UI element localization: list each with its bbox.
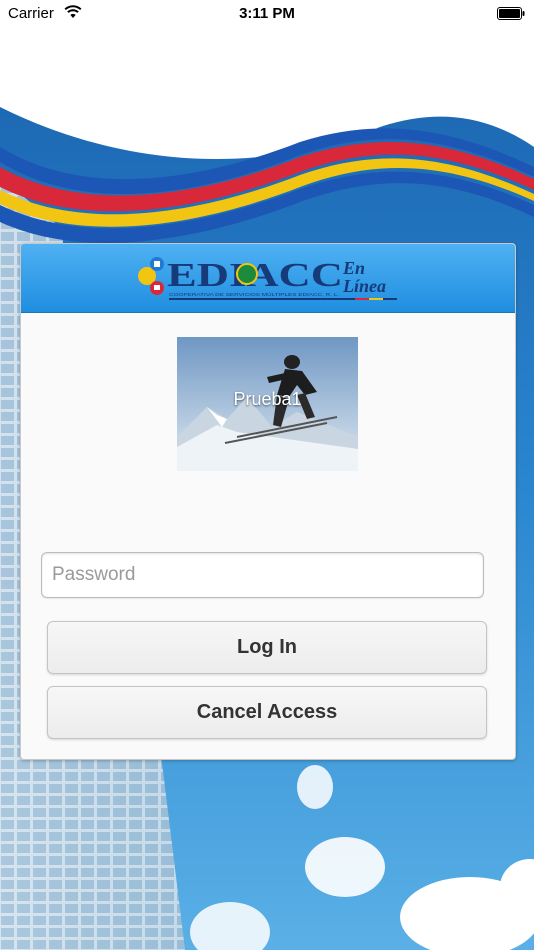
clock: 3:11 PM [239,5,295,22]
battery-icon [497,7,525,20]
login-button[interactable]: Log In [47,621,487,674]
login-card: EDIACC En Línea COOPERATIVA DE SERVICIOS… [20,243,516,760]
ediacc-logo: EDIACC En Línea COOPERATIVA DE SERVICIOS… [138,257,397,300]
password-input[interactable] [41,552,484,598]
cancel-access-button[interactable]: Cancel Access [47,686,487,739]
card-header: EDIACC En Línea COOPERATIVA DE SERVICIOS… [21,244,515,313]
svg-text:Línea: Línea [342,276,386,296]
profile-name: Prueba1 [233,389,302,409]
status-bar: Carrier 3:11 PM [0,0,534,27]
svg-text:En: En [342,258,365,278]
profile-image: Prueba1 [177,337,358,471]
svg-text:COOPERATIVA DE SERVICIOS MÚLTI: COOPERATIVA DE SERVICIOS MÚLTIPLES EDIAC… [169,291,339,297]
